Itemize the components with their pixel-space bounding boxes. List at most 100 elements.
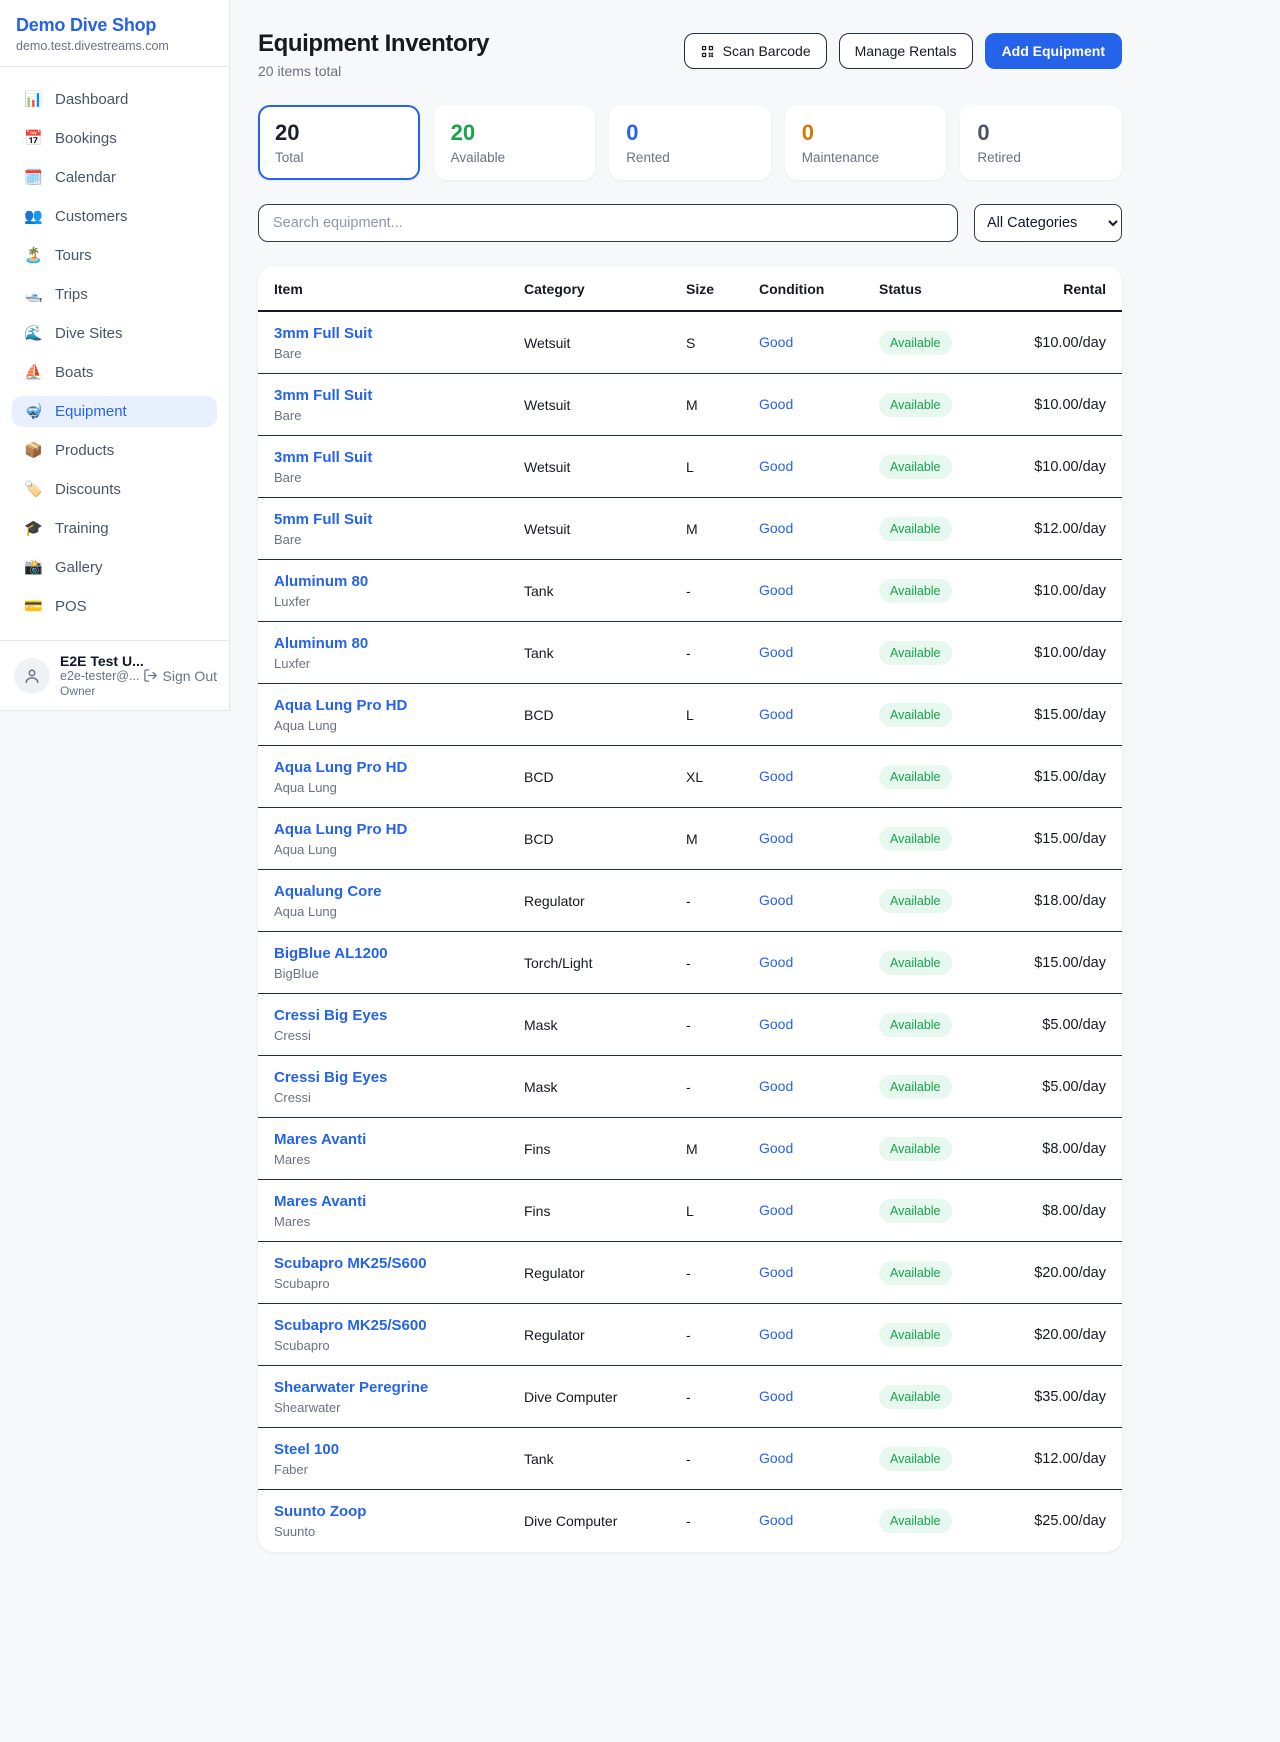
condition-link[interactable]: Good [759,1016,793,1032]
status-badge: Available [879,1447,952,1471]
condition-link[interactable]: Good [759,334,793,350]
item-category: BCD [524,707,686,723]
condition-link[interactable]: Good [759,1512,793,1528]
sidebar-item-products[interactable]: 📦 Products [12,435,217,466]
package-icon: 📦 [24,443,42,458]
item-name-link[interactable]: 3mm Full Suit [274,449,524,466]
item-brand: Aqua Lung [274,904,524,919]
condition-link[interactable]: Good [759,1078,793,1094]
category-select[interactable]: All Categories [974,204,1122,242]
item-name-link[interactable]: Steel 100 [274,1441,524,1458]
table-row: Aqua Lung Pro HD Aqua Lung BCD XL Good A… [258,746,1122,808]
condition-link[interactable]: Good [759,520,793,536]
condition-link[interactable]: Good [759,830,793,846]
item-category: BCD [524,831,686,847]
item-name-link[interactable]: Cressi Big Eyes [274,1069,524,1086]
condition-link[interactable]: Good [759,1450,793,1466]
item-name-link[interactable]: 3mm Full Suit [274,387,524,404]
condition-link[interactable]: Good [759,582,793,598]
table-row: Suunto Zoop Suunto Dive Computer - Good … [258,1490,1122,1552]
sidebar-item-bookings[interactable]: 📅 Bookings [12,123,217,154]
status-badge: Available [879,579,952,603]
table-row: Aluminum 80 Luxfer Tank - Good Available… [258,622,1122,684]
rental-price: $10.00/day [1024,459,1106,475]
stats-row: 20 Total 20 Available 0 Rented 0 Mainten… [258,105,1122,180]
sidebar-item-training[interactable]: 🎓 Training [12,513,217,544]
item-category: Wetsuit [524,335,686,351]
condition-link[interactable]: Good [759,1264,793,1280]
condition-link[interactable]: Good [759,706,793,722]
sidebar-item-dashboard[interactable]: 📊 Dashboard [12,84,217,115]
sidebar-item-boats[interactable]: ⛵ Boats [12,357,217,388]
item-category: Torch/Light [524,955,686,971]
condition-link[interactable]: Good [759,1326,793,1342]
sidebar-item-equipment[interactable]: 🤿 Equipment [12,396,217,427]
condition-link[interactable]: Good [759,892,793,908]
item-category: Wetsuit [524,459,686,475]
condition-link[interactable]: Good [759,458,793,474]
sidebar-item-dive-sites[interactable]: 🌊 Dive Sites [12,318,217,349]
sidebar-item-discounts[interactable]: 🏷️ Discounts [12,474,217,505]
item-name-link[interactable]: Mares Avanti [274,1131,524,1148]
rental-price: $15.00/day [1024,955,1106,971]
condition-link[interactable]: Good [759,768,793,784]
item-name-link[interactable]: BigBlue AL1200 [274,945,524,962]
stat-card-retired[interactable]: 0 Retired [960,105,1122,180]
item-name-link[interactable]: 3mm Full Suit [274,325,524,342]
item-name-link[interactable]: Scubapro MK25/S600 [274,1317,524,1334]
page-title: Equipment Inventory [258,30,489,58]
item-size: - [686,645,759,661]
sidebar-item-gallery[interactable]: 📸 Gallery [12,552,217,583]
stat-card-maintenance[interactable]: 0 Maintenance [785,105,947,180]
item-name-link[interactable]: Mares Avanti [274,1193,524,1210]
sidebar-item-tours[interactable]: 🏝️ Tours [12,240,217,271]
condition-link[interactable]: Good [759,1140,793,1156]
sidebar-item-calendar[interactable]: 🗓️ Calendar [12,162,217,193]
item-name-link[interactable]: Aqua Lung Pro HD [274,697,524,714]
stat-value: 0 [977,120,1105,145]
condition-link[interactable]: Good [759,1388,793,1404]
item-name-link[interactable]: Scubapro MK25/S600 [274,1255,524,1272]
col-item: Item [274,281,524,297]
sidebar-item-pos[interactable]: 💳 POS [12,591,217,622]
add-equipment-button[interactable]: Add Equipment [985,33,1122,69]
sailboat-icon: ⛵ [24,365,42,380]
sidebar-item-label: Training [55,520,109,537]
sign-out-button[interactable]: Sign Out [143,668,217,684]
item-name-link[interactable]: Shearwater Peregrine [274,1379,524,1396]
stat-label: Total [275,150,403,165]
item-category: Mask [524,1079,686,1095]
condition-link[interactable]: Good [759,1202,793,1218]
item-size: - [686,1265,759,1281]
item-name-link[interactable]: Cressi Big Eyes [274,1007,524,1024]
item-name-link[interactable]: Aqua Lung Pro HD [274,759,524,776]
rental-price: $8.00/day [1024,1203,1106,1219]
condition-link[interactable]: Good [759,396,793,412]
stat-card-rented[interactable]: 0 Rented [609,105,771,180]
item-brand: Bare [274,532,524,547]
item-name-link[interactable]: Aluminum 80 [274,573,524,590]
item-name-link[interactable]: 5mm Full Suit [274,511,524,528]
item-name-link[interactable]: Aqualung Core [274,883,524,900]
sidebar-item-label: Trips [55,286,88,303]
table-row: Aqua Lung Pro HD Aqua Lung BCD L Good Av… [258,684,1122,746]
diving-mask-icon: 🤿 [24,404,42,419]
manage-rentals-button[interactable]: Manage Rentals [839,33,973,69]
stat-card-available[interactable]: 20 Available [434,105,596,180]
condition-link[interactable]: Good [759,954,793,970]
scan-barcode-button[interactable]: Scan Barcode [684,33,827,69]
item-size: - [686,1079,759,1095]
stat-card-total[interactable]: 20 Total [258,105,420,180]
items-count: 20 items total [258,63,489,79]
table-row: Scubapro MK25/S600 Scubapro Regulator - … [258,1242,1122,1304]
search-input[interactable] [258,204,958,242]
condition-link[interactable]: Good [759,644,793,660]
item-name-link[interactable]: Suunto Zoop [274,1503,524,1520]
item-name-link[interactable]: Aluminum 80 [274,635,524,652]
sidebar-item-trips[interactable]: 🛥️ Trips [12,279,217,310]
item-name-link[interactable]: Aqua Lung Pro HD [274,821,524,838]
brand-link[interactable]: Demo Dive Shop [16,15,213,36]
person-icon [23,667,41,685]
sidebar-item-customers[interactable]: 👥 Customers [12,201,217,232]
status-badge: Available [879,331,952,355]
